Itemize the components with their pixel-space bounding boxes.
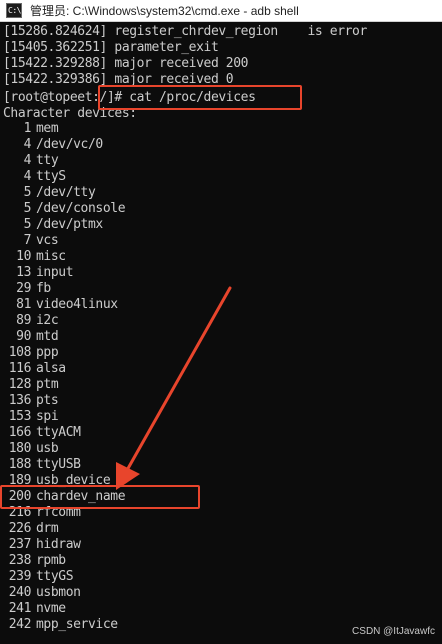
device-name: misc: [36, 249, 66, 264]
device-major-number: 108: [8, 345, 32, 360]
device-row: 89 i2c: [3, 313, 59, 329]
device-row: 7 vcs: [3, 233, 59, 249]
log-line: [15422.329288] major received 200: [3, 56, 249, 71]
device-row: 237 hidraw: [3, 537, 81, 553]
device-row: 240 usbmon: [3, 585, 81, 601]
device-row: 239 ttyGS: [3, 569, 74, 585]
device-major-number: 81: [16, 297, 31, 312]
chardev-highlight-box: [0, 485, 200, 509]
device-major-number: 241: [8, 601, 32, 616]
device-name: ppp: [36, 345, 59, 360]
device-row: 188 ttyUSB: [3, 457, 81, 473]
device-major-number: 13: [16, 265, 31, 280]
device-name: /dev/ptmx: [36, 217, 103, 232]
device-row: 108 ppp: [3, 345, 59, 361]
device-row: 242 mpp_service: [3, 617, 118, 633]
device-major-number: 180: [8, 441, 32, 456]
device-name: /dev/vc/0: [36, 137, 103, 152]
device-row: 13 input: [3, 265, 73, 281]
device-major-number: 89: [16, 313, 31, 328]
device-major-number: 153: [8, 409, 32, 424]
device-row: 128 ptm: [3, 377, 59, 393]
device-name: usbmon: [36, 585, 81, 600]
command-highlight-box: [98, 85, 302, 110]
device-name: hidraw: [36, 537, 81, 552]
log-line: [15405.362251] parameter_exit: [3, 40, 219, 55]
device-name: fb: [36, 281, 51, 296]
device-name: vcs: [36, 233, 59, 248]
device-name: ptm: [36, 377, 59, 392]
device-row: 1 mem: [3, 121, 59, 137]
cmd-app-icon: C:\.: [6, 3, 26, 18]
device-name: rpmb: [36, 553, 66, 568]
device-major-number: 4: [23, 153, 32, 168]
csdn-watermark: CSDN @ItJavawfc: [352, 626, 435, 637]
device-name: input: [36, 265, 74, 280]
device-name: ttyACM: [36, 425, 81, 440]
device-major-number: 5: [23, 201, 32, 216]
device-major-number: 238: [8, 553, 32, 568]
device-major-number: 237: [8, 537, 32, 552]
device-name: drm: [36, 521, 59, 536]
log-line: [15286.824624] register_chrdev_region is…: [3, 24, 367, 39]
device-row: 136 pts: [3, 393, 59, 409]
device-row: 153 spi: [3, 409, 59, 425]
device-major-number: 166: [8, 425, 32, 440]
device-name: tty: [36, 153, 59, 168]
device-name: ttyGS: [36, 569, 74, 584]
device-major-number: 240: [8, 585, 32, 600]
device-row: 4 tty: [3, 153, 59, 169]
device-major-number: 4: [23, 137, 32, 152]
device-major-number: 10: [16, 249, 31, 264]
device-major-number: 242: [8, 617, 32, 632]
device-row: 10 misc: [3, 249, 66, 265]
device-row: 116 alsa: [3, 361, 66, 377]
device-major-number: 4: [23, 169, 32, 184]
device-name: alsa: [36, 361, 66, 376]
device-name: mtd: [36, 329, 59, 344]
device-major-number: 7: [23, 233, 32, 248]
device-row: 226 drm: [3, 521, 59, 537]
device-row: 4 ttyS: [3, 169, 67, 185]
device-major-number: 136: [8, 393, 32, 408]
window-titlebar[interactable]: C:\. 管理员: C:\Windows\system32\cmd.exe - …: [0, 0, 442, 22]
device-name: /dev/console: [36, 201, 126, 216]
device-row: 29 fb: [3, 281, 51, 297]
console-output[interactable]: [15286.824624] register_chrdev_region is…: [0, 22, 442, 644]
device-major-number: 128: [8, 377, 32, 392]
device-row: 4/dev/vc/0: [3, 137, 104, 153]
device-name: mpp_service: [36, 617, 118, 632]
device-major-number: 90: [16, 329, 31, 344]
device-name: ttyUSB: [36, 457, 81, 472]
device-major-number: 1: [23, 121, 32, 136]
device-major-number: 226: [8, 521, 32, 536]
device-name: /dev/tty: [36, 185, 96, 200]
device-major-number: 5: [23, 185, 32, 200]
device-name: usb: [36, 441, 59, 456]
device-name: spi: [36, 409, 59, 424]
device-name: pts: [36, 393, 59, 408]
device-name: video4linux: [36, 297, 118, 312]
device-name: mem: [36, 121, 59, 136]
device-row: 241 nvme: [3, 601, 66, 617]
device-major-number: 188: [8, 457, 32, 472]
device-row: 180 usb: [3, 441, 59, 457]
device-name: nvme: [36, 601, 66, 616]
window-title: 管理员: C:\Windows\system32\cmd.exe - adb s…: [30, 4, 299, 18]
device-major-number: 239: [8, 569, 32, 584]
device-name: i2c: [36, 313, 59, 328]
device-row: 166 ttyACM: [3, 425, 81, 441]
device-major-number: 5: [23, 217, 32, 232]
device-row: 5/dev/ptmx: [3, 217, 104, 233]
device-row: 238 rpmb: [3, 553, 66, 569]
device-row: 90 mtd: [3, 329, 59, 345]
device-row: 81 video4linux: [3, 297, 118, 313]
device-name: ttyS: [36, 169, 66, 184]
device-row: 5/dev/console: [3, 201, 126, 217]
device-major-number: 116: [8, 361, 32, 376]
device-major-number: 29: [16, 281, 31, 296]
device-row: 5/dev/tty: [3, 185, 96, 201]
